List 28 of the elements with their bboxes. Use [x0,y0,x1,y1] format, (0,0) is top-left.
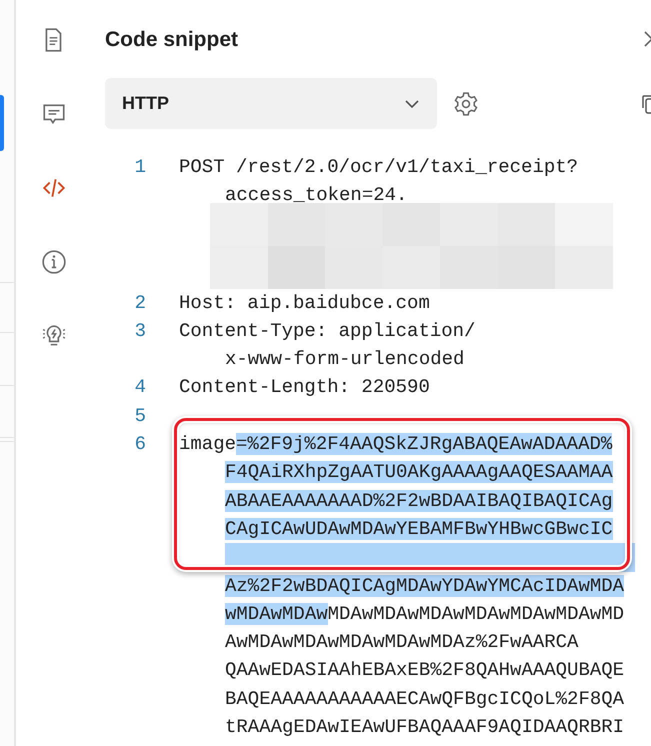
line-number: 3 [134,318,146,344]
code-text: Host: aip.baidubce.com [179,292,430,314]
code-text: wMDAwMDAw [225,602,328,625]
line-number: 5 [134,404,146,429]
code-text: QAAwEDASIAAhEBAxEB%2F8QAHwAAAQUBAQE [225,659,624,682]
line-number: 1 [134,155,146,180]
code-text: ABAAEAAAAAAAD%2F2wBDAAIBAQIBAQICAg [225,490,613,512]
info-icon[interactable] [40,249,66,275]
code-text: x-www-form-urlencoded [225,348,464,370]
code-text: Content-Length: 220590 [179,376,430,398]
code-text: tRAAAgEDAwIEAwUFBAQAAAF9AQIDAAQRBRI [225,716,624,738]
line-number: 2 [134,290,146,316]
code-text: =%2F9j%2F4AAQSkZJRgABAQEAwADAAAD% [236,433,612,456]
line-number: 6 [134,432,146,458]
language-dropdown[interactable]: HTTP [105,78,437,129]
code-text: MDAwMDAwMDAwMDAwMDAwMDAwMD [328,602,624,625]
settings-icon[interactable] [453,90,479,116]
panel-title: Code snippet [105,27,240,52]
code-text: image [179,433,236,456]
code-text: POST /rest/2.0/ocr/v1/taxi_receipt? [179,156,578,178]
code-text: access_token=24. [225,184,408,206]
code-text: AwMDAwMDAwMDAwMDAwMDAz%2FwAARCA [225,631,578,654]
code-text: F4QAiRXhpZgAATU0AKgAAAAgAAQESAAMAA [225,461,613,484]
code-text: BAQEAAAAAAAAAAAECAwQFBgcICQoL%2F8QA [225,688,624,710]
line-number: 4 [134,375,146,400]
code-text: CAgICAwUDAwMDAwYEBAMFBwYHBwcGBwcIC [225,518,613,540]
code-text: Az%2F2wBDAQICAgMDAwYDAwYMCAcIDAwMDA [225,574,624,597]
code-text: Content-Type: application/ [179,320,476,342]
